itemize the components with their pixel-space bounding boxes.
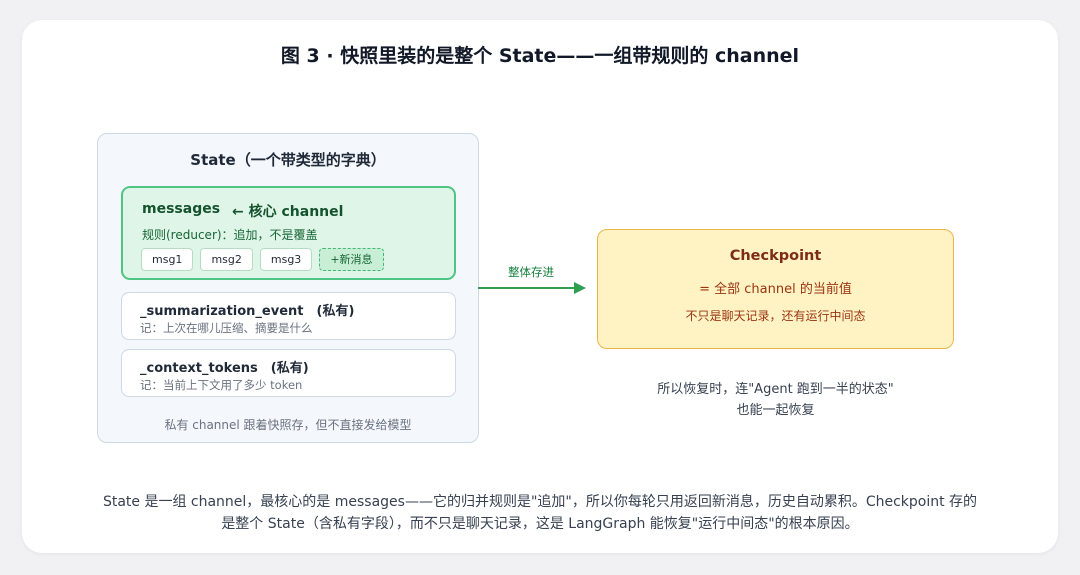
- restore-note: 所以恢复时，连"Agent 跑到一半的状态" 也能一起恢复: [597, 379, 954, 421]
- checkpoint-description: = 全部 channel 的当前值: [699, 282, 852, 297]
- message-chip: msg1: [141, 248, 194, 271]
- save-arrow-head: [574, 282, 586, 294]
- core-channel-label: ← 核心 channel: [232, 204, 344, 220]
- messages-name: messages: [142, 201, 221, 217]
- message-chip: msg3: [259, 248, 313, 271]
- restore-note-line: 也能一起恢复: [736, 403, 815, 418]
- state-title: State（一个带类型的字典）: [190, 151, 386, 169]
- caption-line: State 是一组 channel，最核心的是 messages——它的归并规则…: [102, 494, 978, 510]
- save-arrow-label: 整体存进: [508, 265, 554, 279]
- message-chip-row: msg1 msg2 msg3 +新消息: [141, 248, 384, 271]
- context-tokens-note: 记：当前上下文用了多少 token: [140, 378, 303, 392]
- reducer-rule: 规则(reducer)：追加，不是覆盖: [142, 228, 318, 242]
- message-chip: msg2: [200, 248, 253, 271]
- save-arrow: [478, 282, 586, 294]
- restore-note-line: 所以恢复时，连"Agent 跑到一半的状态": [657, 382, 894, 397]
- state-footer-note: 私有 channel 跟着快照存，但不直接发给模型: [164, 418, 412, 432]
- new-message-chip: +新消息: [319, 248, 384, 271]
- figure-caption: State 是一组 channel，最核心的是 messages——它的归并规则…: [40, 492, 1040, 535]
- context-tokens-channel: _context_tokens (私有) 记：当前上下文用了多少 token: [121, 349, 456, 397]
- messages-channel: messages ← 核心 channel 规则(reducer)：追加，不是覆…: [121, 186, 456, 280]
- caption-line: 是整个 State（含私有字段），而不只是聊天记录，这是 LangGraph 能…: [221, 515, 859, 532]
- summarization-event-note: 记：上次在哪儿压缩、摘要是什么: [140, 321, 313, 335]
- checkpoint-title: Checkpoint: [729, 248, 822, 264]
- context-tokens-name: _context_tokens (私有): [140, 361, 309, 376]
- checkpoint-box: Checkpoint = 全部 channel 的当前值 不只是聊天记录，还有运…: [597, 229, 954, 349]
- checkpoint-note: 不只是聊天记录，还有运行中间态: [685, 309, 866, 323]
- figure-title: 图 3 · 快照里装的是整个 State——一组带规则的 channel: [280, 45, 800, 67]
- summarization-event-channel: _summarization_event (私有) 记：上次在哪儿压缩、摘要是什…: [121, 292, 456, 340]
- state-box: State（一个带类型的字典） messages ← 核心 channel 规则…: [97, 133, 479, 443]
- summarization-event-name: _summarization_event (私有): [140, 304, 355, 319]
